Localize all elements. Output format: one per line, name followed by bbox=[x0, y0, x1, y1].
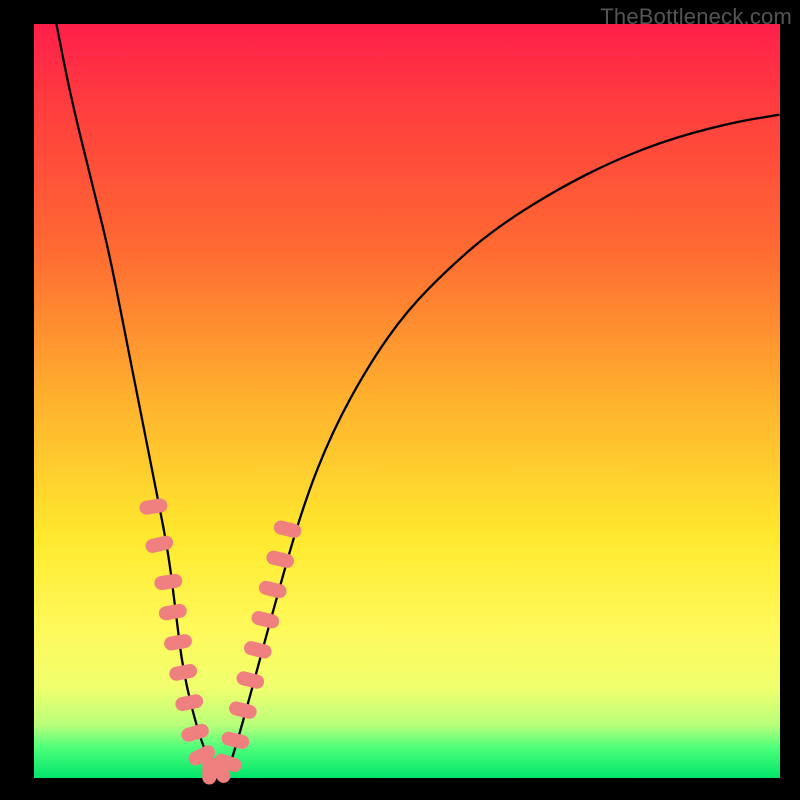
marker-point bbox=[163, 633, 193, 652]
marker-point bbox=[138, 497, 168, 515]
outer-frame: TheBottleneck.com bbox=[0, 0, 800, 800]
marker-point bbox=[257, 579, 288, 599]
marker-point bbox=[153, 573, 183, 591]
marker-point bbox=[235, 670, 266, 690]
marker-point bbox=[220, 730, 251, 750]
marker-point bbox=[265, 549, 296, 569]
plot-area bbox=[34, 24, 780, 778]
marker-point bbox=[158, 603, 188, 622]
curve-svg bbox=[34, 24, 780, 778]
bottleneck-curve bbox=[56, 24, 780, 771]
marker-layer bbox=[138, 497, 302, 785]
marker-point bbox=[144, 534, 174, 554]
marker-point bbox=[180, 722, 211, 743]
marker-point bbox=[250, 610, 281, 630]
marker-point bbox=[174, 693, 204, 712]
marker-point bbox=[168, 663, 198, 682]
marker-point bbox=[228, 700, 259, 720]
marker-point bbox=[243, 640, 274, 660]
